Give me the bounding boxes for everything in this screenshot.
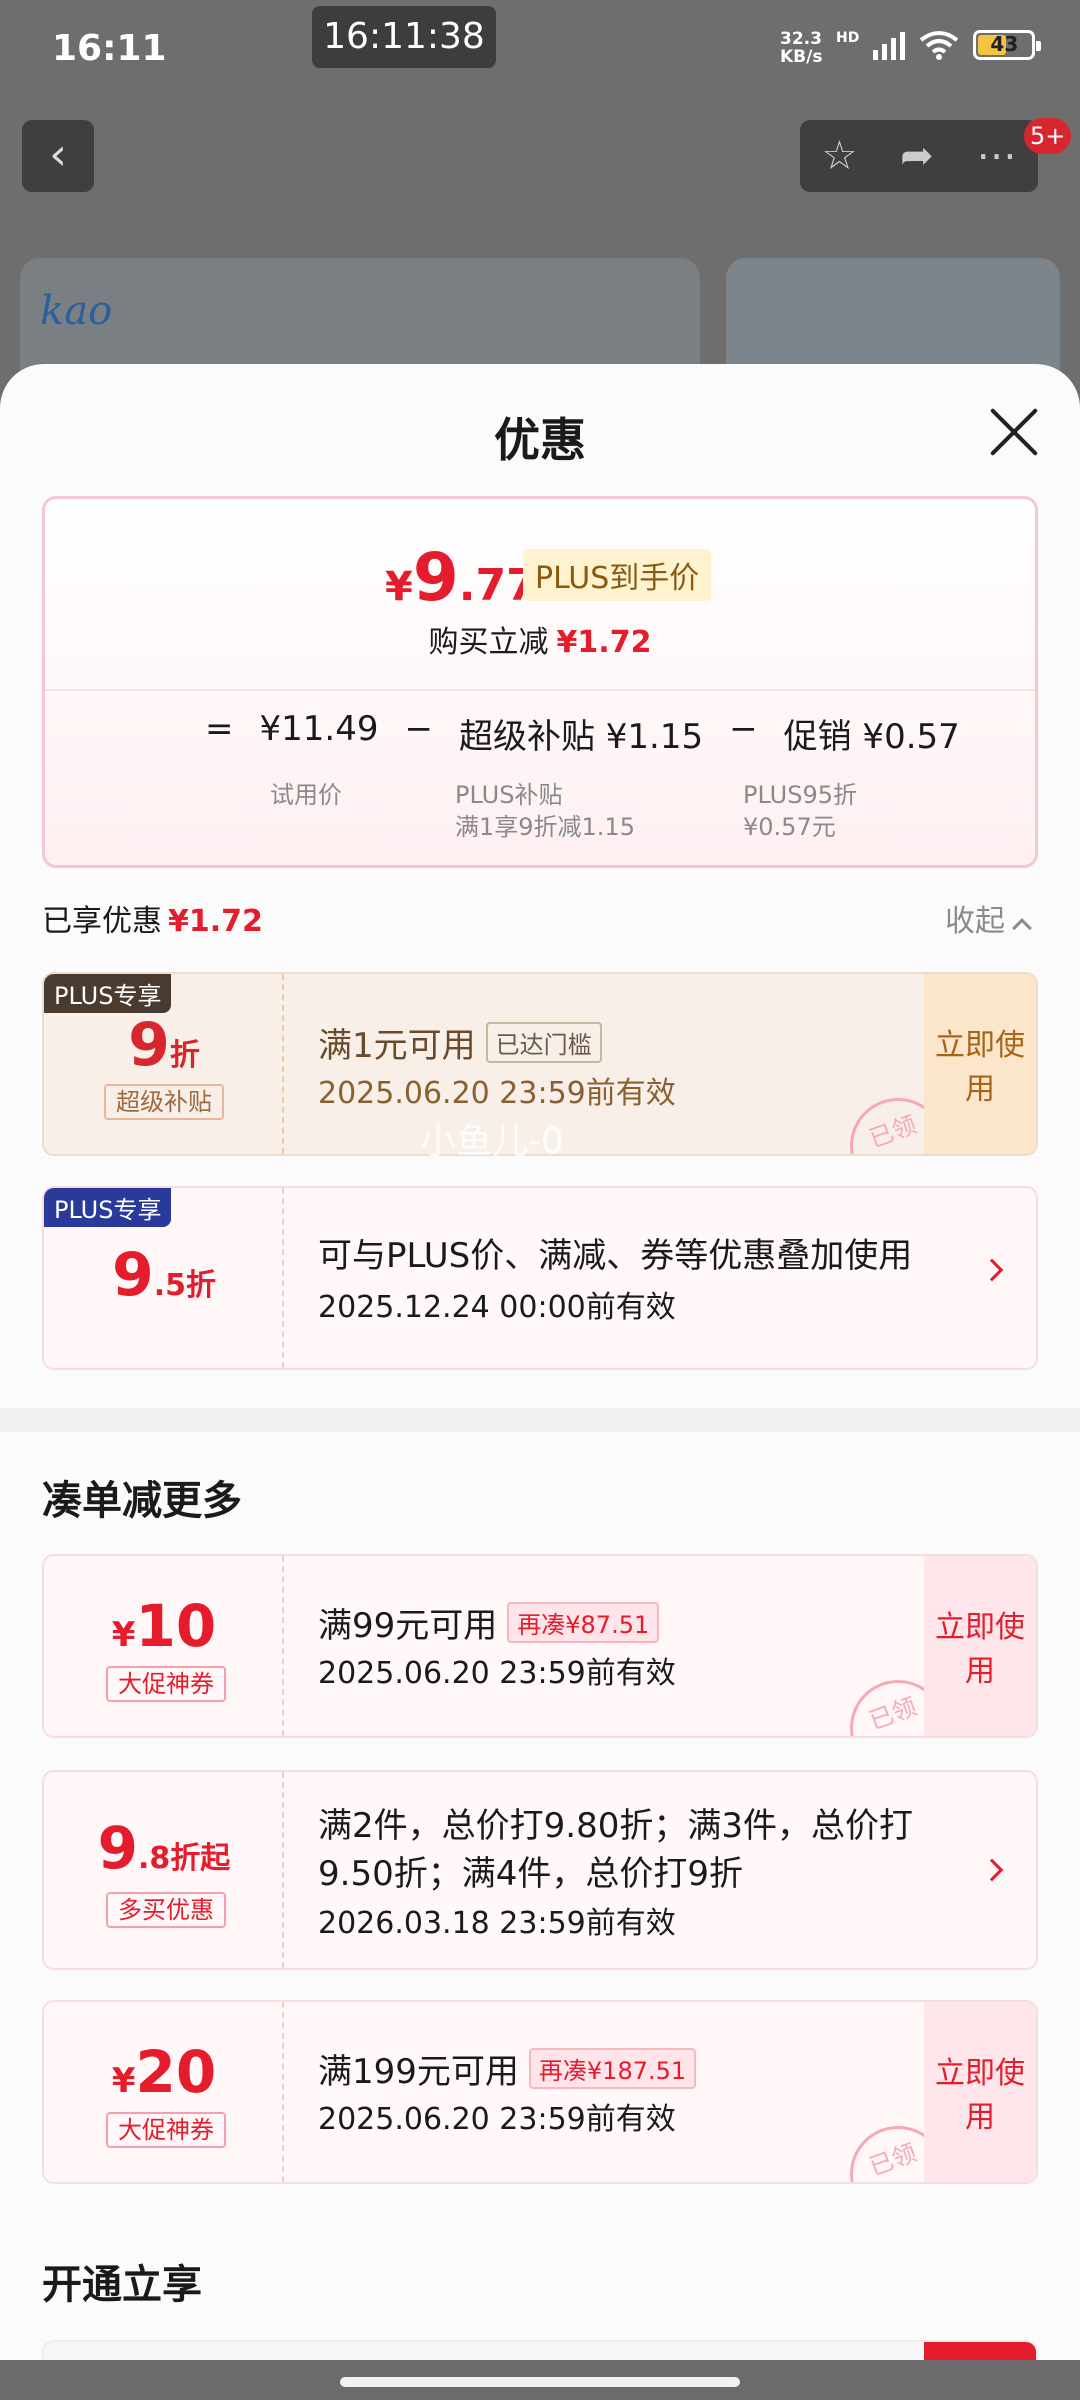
more-icon[interactable]: ⋯: [977, 133, 1017, 179]
section-title-more: 凑单减更多: [42, 1478, 242, 1524]
watermark: 小鱼儿-0: [420, 1121, 564, 1162]
divider: [45, 689, 1035, 691]
coupon-value: PLUS专享 9折 超级补贴: [44, 974, 284, 1154]
coupon-type-tag: 大促神券: [106, 1666, 226, 1702]
floating-clock: 16:11:38: [312, 6, 496, 68]
super-subsidy: 超级补贴 ¥1.15: [458, 717, 704, 757]
trial-price: ¥11.49: [259, 709, 379, 749]
promotion: 促销 ¥0.57: [783, 717, 960, 757]
status-time: 16:11: [52, 28, 167, 69]
price-formula: = ¥11.49 − 超级补贴 ¥1.15 − 促销 ¥0.57: [205, 709, 960, 757]
coupon-value: ¥20 大促神券: [44, 2002, 284, 2182]
discount-sheet: 优惠 ¥9.77 PLUS到手价 购买立减 ¥1.72 = ¥11.49 − 超级…: [0, 364, 1080, 2400]
share-icon[interactable]: ➦: [900, 133, 934, 179]
final-price: ¥9.77: [385, 539, 537, 616]
section-divider: [0, 1408, 1080, 1432]
coupon-type-tag: 超级补贴: [104, 1084, 224, 1120]
coupon-expiry: 2025.06.20 23:59前有效: [318, 1076, 676, 1111]
coupon-type-tag: 大促神券: [106, 2112, 226, 2148]
use-now-button[interactable]: 立即使用: [924, 974, 1036, 1154]
plus-price-tag: PLUS到手价: [523, 549, 712, 601]
price-summary: ¥9.77 PLUS到手价 购买立减 ¥1.72 = ¥11.49 − 超级补贴 …: [42, 496, 1038, 868]
home-indicator[interactable]: [340, 2377, 740, 2387]
plus-exclusive-tag: PLUS专享: [44, 1188, 172, 1227]
super-subsidy-caption: PLUS补贴 满1享9折减1.15: [455, 781, 635, 841]
back-button[interactable]: ‹: [22, 120, 94, 192]
use-now-button[interactable]: 立即使用: [924, 1556, 1036, 1736]
coupon-condition: 满199元可用 再凑¥187.51: [318, 2044, 697, 2093]
chevron-right-icon[interactable]: [980, 1858, 1004, 1882]
network-speed: 32.3 KB/s: [780, 29, 823, 67]
instant-reduction: 购买立减 ¥1.72: [428, 625, 652, 660]
coupon-condition: 满2件，总价打9.80折；满3件，总价打: [318, 1806, 913, 1846]
coupon-expiry: 2025.06.20 23:59前有效: [318, 2102, 676, 2137]
chevron-right-icon[interactable]: [980, 1258, 1004, 1282]
section-title-open: 开通立享: [42, 2262, 202, 2308]
coupon-card[interactable]: 9.8折起 多买优惠 满2件，总价打9.80折；满3件，总价打 9.50折；满4…: [42, 1770, 1038, 1970]
star-icon[interactable]: ☆: [821, 133, 857, 179]
action-pill: ☆ ➦ ⋯: [800, 120, 1038, 192]
status-bar: 16:11 16:11:38 32.3 KB/s HD 43: [0, 0, 1080, 100]
signal-icon: [873, 30, 906, 60]
use-now-button[interactable]: 立即使用: [924, 2002, 1036, 2182]
coupon-condition: 满1元可用 已达门槛: [318, 1018, 602, 1067]
coupon-expiry: 2025.12.24 00:00前有效: [318, 1290, 676, 1325]
chevron-up-icon: [1012, 918, 1032, 938]
coupon-expiry: 2025.06.20 23:59前有效: [318, 1656, 676, 1691]
status-icons: HD 43: [836, 30, 1042, 60]
coupon-card[interactable]: ¥20 大促神券 满199元可用 再凑¥187.51 2025.06.20 23:…: [42, 2000, 1038, 2184]
message-badge: 5+: [1024, 118, 1072, 154]
brand-logo: kao: [40, 288, 113, 334]
enjoyed-discount: 已享优惠 ¥1.72: [42, 904, 263, 939]
coupon-type-tag: 多买优惠: [106, 1892, 226, 1928]
promotion-caption: PLUS95折 ¥0.57元: [743, 781, 857, 841]
coupon-value: PLUS专享 9.5折: [44, 1188, 284, 1368]
collapse-toggle[interactable]: 收起: [945, 896, 1032, 940]
coupon-card[interactable]: ¥10 大促神券 满99元可用 再凑¥87.51 2025.06.20 23:59…: [42, 1554, 1038, 1738]
coupon-expiry: 2026.03.18 23:59前有效: [318, 1906, 676, 1941]
battery-icon: 43: [973, 30, 1042, 60]
coupon-card[interactable]: PLUS专享 9.5折 可与PLUS价、满减、券等优惠叠加使用 2025.12.…: [42, 1186, 1038, 1370]
plus-exclusive-tag: PLUS专享: [44, 974, 172, 1013]
trial-price-caption: 试用价: [270, 781, 342, 809]
hd-label: HD: [836, 30, 860, 46]
close-button[interactable]: [986, 404, 1042, 460]
sheet-title: 优惠: [494, 413, 586, 467]
coupon-condition: 可与PLUS价、满减、券等优惠叠加使用: [318, 1236, 913, 1276]
wifi-icon: [920, 31, 959, 60]
coupon-condition: 满99元可用 再凑¥87.51: [318, 1598, 660, 1647]
coupon-condition-cont: 9.50折；满4件，总价打9折: [318, 1854, 743, 1894]
coupon-value: 9.8折起 多买优惠: [44, 1772, 284, 1968]
coupon-value: ¥10 大促神券: [44, 1556, 284, 1736]
